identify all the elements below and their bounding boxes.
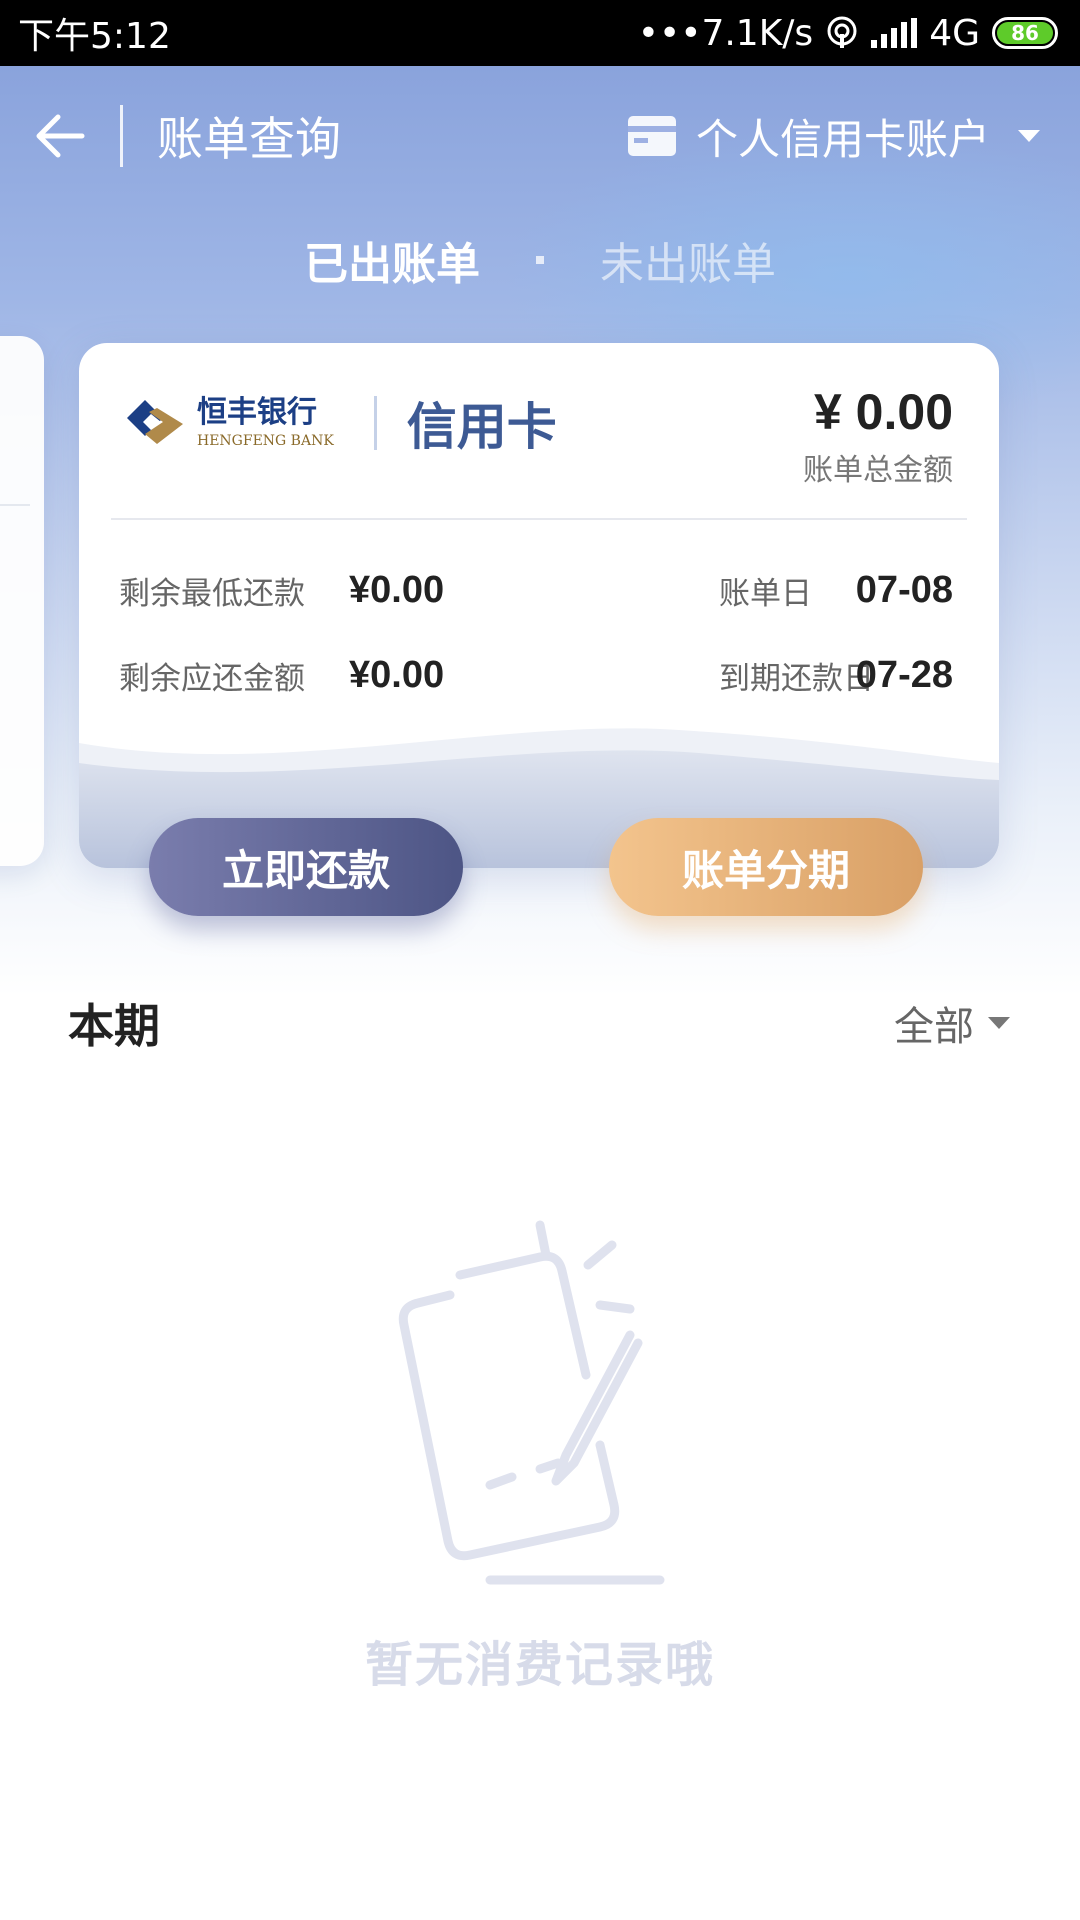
hotspot-icon bbox=[827, 16, 857, 48]
chevron-down-icon bbox=[1018, 130, 1040, 142]
peek-divider bbox=[0, 504, 30, 506]
bill-tabs: 已出账单 未出账单 bbox=[0, 220, 1080, 300]
bank-logo: 恒丰银行 HENGFENG BANK bbox=[123, 398, 334, 448]
repay-now-button[interactable]: 立即还款 bbox=[149, 818, 463, 916]
signal-icon bbox=[871, 18, 918, 48]
bill-row-remaining: 剩余应还金额 ¥0.00 到期还款日 07-28 bbox=[119, 653, 953, 698]
bank-divider bbox=[373, 396, 377, 450]
bill-row-minimum: 剩余最低还款 ¥0.00 账单日 07-08 bbox=[119, 568, 953, 613]
status-icons: •••7.1K/s 4G 86 bbox=[638, 13, 1058, 54]
bank-name-cn: 恒丰银行 bbox=[197, 395, 317, 430]
tab-separator bbox=[536, 256, 544, 264]
back-arrow-icon bbox=[36, 114, 85, 158]
account-selector[interactable]: 个人信用卡账户 bbox=[627, 106, 1040, 167]
tab-unissued-bill[interactable]: 未出账单 bbox=[600, 228, 776, 292]
row-value: ¥0.00 bbox=[349, 569, 445, 611]
battery-level: 86 bbox=[997, 21, 1053, 45]
bill-card: 恒丰银行 HENGFENG BANK 信用卡 ¥ 0.00 账单总金额 剩余最低… bbox=[79, 343, 999, 868]
tab-issued-bill[interactable]: 已出账单 bbox=[304, 228, 480, 292]
row-mid-label: 到期还款日 bbox=[719, 661, 874, 697]
bill-installment-button[interactable]: 账单分期 bbox=[609, 818, 923, 916]
row-value: ¥0.00 bbox=[349, 654, 445, 696]
nav-divider bbox=[120, 105, 123, 167]
empty-state-text: 暂无消费记录哦 bbox=[364, 1637, 715, 1693]
previous-card-peek[interactable] bbox=[0, 336, 44, 866]
row-label: 剩余最低还款 bbox=[119, 576, 305, 612]
total-label: 账单总金额 bbox=[803, 453, 953, 488]
row-mid-value: 07-08 bbox=[855, 569, 953, 611]
nav-bar: 账单查询 个人信用卡账户 bbox=[0, 66, 1080, 206]
row-label: 剩余应还金额 bbox=[119, 661, 305, 697]
credit-card-icon bbox=[627, 116, 676, 156]
total-amount: ¥ 0.00 bbox=[813, 384, 953, 440]
page-title: 账单查询 bbox=[157, 112, 341, 166]
card-type: 信用卡 bbox=[406, 398, 557, 456]
filter-dropdown[interactable]: 全部 bbox=[894, 994, 1010, 1052]
bank-name: 恒丰银行 HENGFENG BANK bbox=[197, 395, 334, 449]
bank-logo-icon bbox=[127, 400, 183, 444]
account-label: 个人信用卡账户 bbox=[695, 114, 990, 164]
section-title: 本期 bbox=[68, 999, 160, 1053]
bank-info: 恒丰银行 HENGFENG BANK 信用卡 bbox=[123, 387, 557, 459]
current-period-header: 本期 全部 bbox=[68, 990, 1010, 1056]
row-mid-label: 账单日 bbox=[719, 576, 812, 612]
chevron-down-icon bbox=[988, 1017, 1010, 1029]
status-time: 下午5:12 bbox=[18, 16, 171, 57]
bill-total: ¥ 0.00 账单总金额 bbox=[803, 383, 953, 489]
empty-receipt-icon bbox=[398, 1220, 665, 1585]
battery-icon: 86 bbox=[992, 17, 1058, 49]
status-bar: 下午5:12 •••7.1K/s 4G 86 bbox=[0, 0, 1080, 66]
card-divider bbox=[111, 518, 967, 520]
back-button[interactable] bbox=[0, 66, 120, 206]
bank-name-en: HENGFENG BANK bbox=[197, 433, 334, 449]
network-speed: •••7.1K/s bbox=[637, 12, 814, 54]
row-mid-value: 07-28 bbox=[855, 654, 953, 696]
network-type: 4G bbox=[929, 12, 980, 54]
filter-label: 全部 bbox=[894, 1004, 974, 1050]
